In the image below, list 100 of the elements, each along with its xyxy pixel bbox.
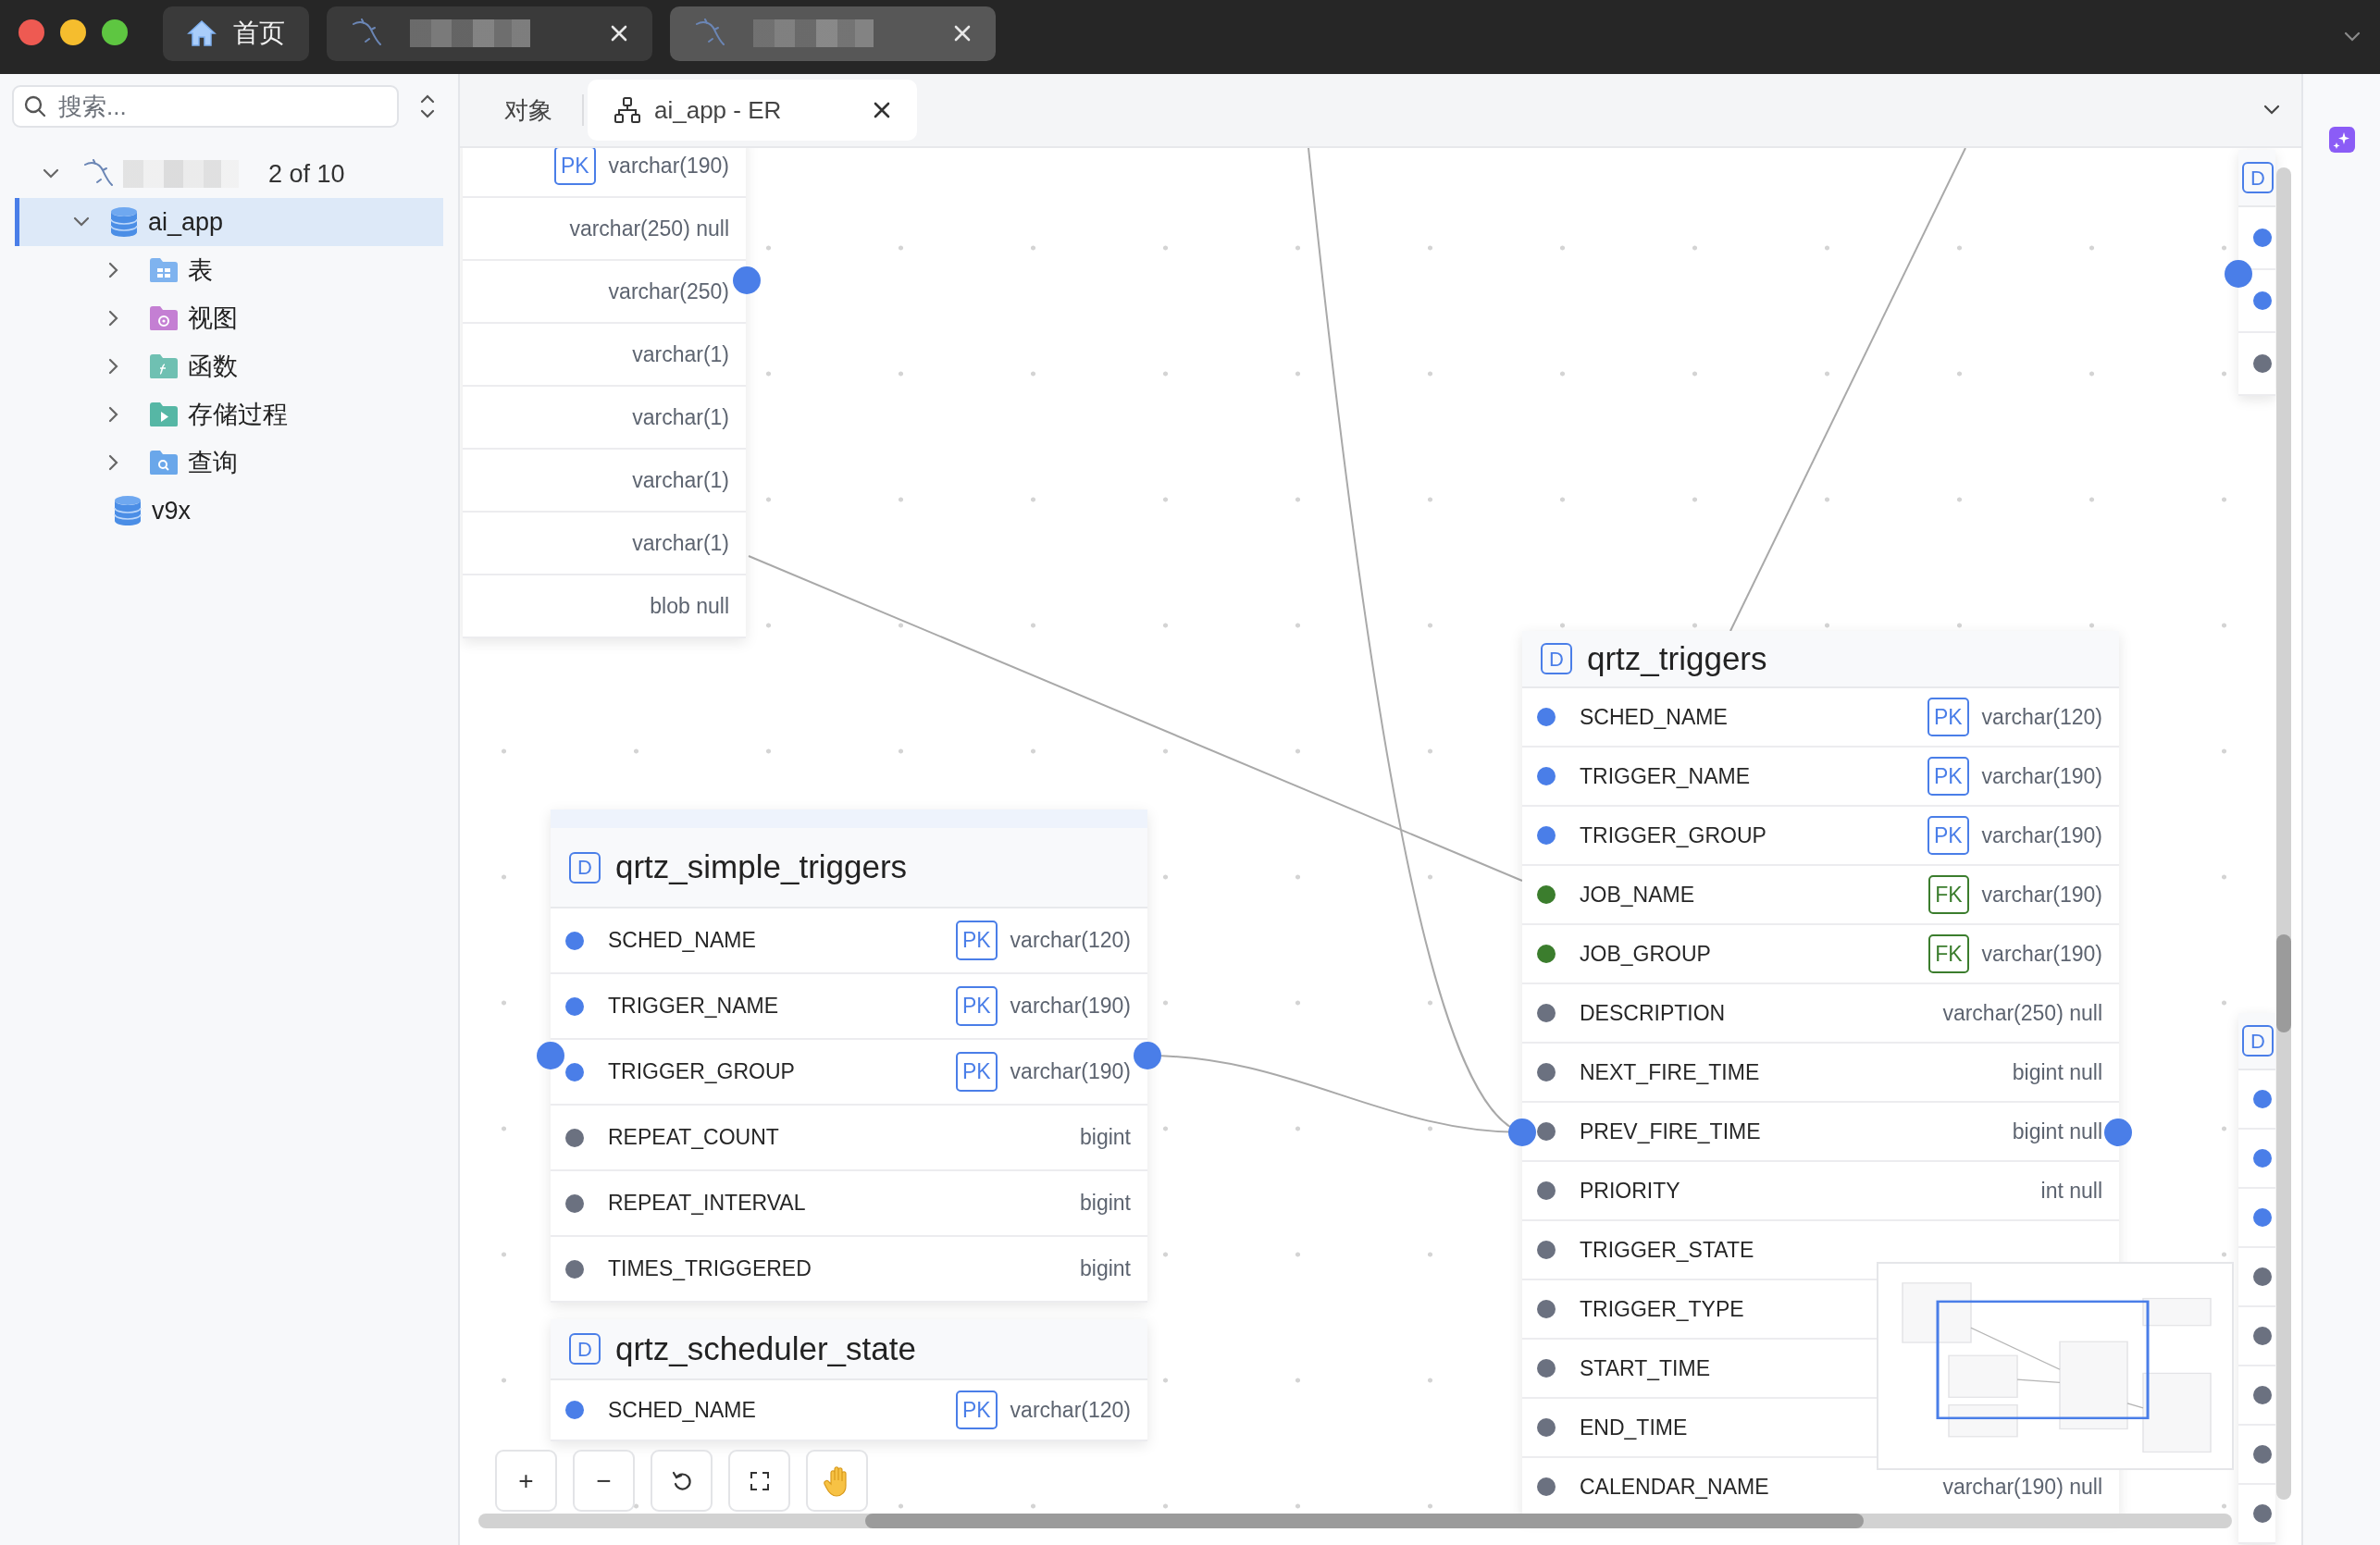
column-name: DESCRIPTION — [1580, 999, 1726, 1027]
folder-icon — [149, 257, 179, 283]
table-type-badge: D — [569, 851, 601, 884]
column-type: blob null — [650, 592, 729, 620]
table-node[interactable]: D — [2238, 150, 2275, 396]
key-badge: PK — [955, 1390, 998, 1430]
fullscreen-icon — [749, 1470, 770, 1491]
column-name: CALENDAR_NAME — [1580, 1473, 1769, 1501]
connection-handle[interactable] — [1508, 1119, 1536, 1146]
dolphin-icon — [351, 19, 382, 48]
tree-item[interactable]: 函数 — [15, 342, 443, 390]
connection-handle[interactable] — [1134, 1042, 1161, 1069]
column-type: bigint — [1080, 1255, 1131, 1283]
window-control[interactable] — [102, 19, 128, 45]
column-name: SCHED_NAME — [608, 1396, 756, 1424]
search-field[interactable]: 搜索... — [12, 85, 399, 128]
key-badge: PK — [955, 921, 998, 960]
connection-handle[interactable] — [2225, 260, 2252, 288]
window-control[interactable] — [19, 19, 44, 45]
column-type: varchar(190) — [1010, 993, 1131, 1020]
folder-icon — [149, 305, 179, 331]
tree-item[interactable]: v9x — [15, 487, 443, 535]
key-badge: PK — [553, 148, 596, 186]
key-badge: PK — [1927, 756, 1969, 797]
column-name: TRIGGER_NAME — [1580, 762, 1751, 790]
column-type: bigint — [1080, 1190, 1131, 1217]
zoom-control[interactable] — [728, 1450, 790, 1512]
column-name: START_TIME — [1580, 1354, 1710, 1382]
close-icon[interactable] — [873, 101, 891, 119]
column-name: END_TIME — [1580, 1414, 1688, 1441]
table-type-badge: D — [1541, 643, 1572, 674]
editor-tab[interactable]: 对象 — [478, 80, 578, 141]
column-name: JOB_NAME — [1580, 881, 1694, 908]
sort-icon[interactable] — [419, 93, 436, 120]
table-type-badge: D — [2242, 162, 2274, 193]
zoom-control[interactable]: + — [495, 1450, 557, 1512]
column-type: bigint null — [2012, 1058, 2102, 1086]
house-icon — [187, 19, 217, 47]
column-name: REPEAT_COUNT — [608, 1124, 779, 1152]
editor-tab[interactable]: ai_app - ER — [588, 80, 917, 141]
chevron-icon[interactable] — [107, 357, 120, 376]
table-node[interactable]: D qrtz_scheduler_state SCHED_NAME PK varchar(120) — [551, 1319, 1147, 1441]
tree-item[interactable]: 2 of 10 — [15, 150, 443, 198]
column-type: varchar(190) — [1010, 1058, 1131, 1086]
connection-handle[interactable] — [2104, 1119, 2132, 1146]
window-tab[interactable] — [670, 6, 996, 61]
key-badge: PK — [1927, 697, 1969, 737]
sparkle-icon[interactable] — [2327, 126, 2356, 154]
table-type-badge: D — [569, 1333, 601, 1365]
database-icon — [113, 495, 143, 526]
chevron-icon[interactable] — [107, 309, 120, 328]
chevron-icon[interactable] — [107, 453, 120, 472]
table-node[interactable]: D — [2238, 1013, 2275, 1544]
column-type: varchar(190) — [1981, 940, 2102, 968]
column-type: varchar(250) null — [569, 215, 729, 242]
connection-handle[interactable] — [537, 1042, 564, 1069]
column-name: PREV_FIRE_TIME — [1580, 1118, 1761, 1145]
tree-item[interactable]: 查询 — [15, 439, 443, 487]
key-badge: PK — [955, 986, 998, 1026]
scrollbar[interactable] — [2276, 167, 2291, 1500]
chevron-icon[interactable] — [2262, 104, 2281, 117]
chevron-icon[interactable] — [107, 405, 120, 424]
tree-item[interactable]: 存储过程 — [15, 390, 443, 439]
chevron-icon[interactable] — [42, 167, 60, 180]
folder-icon — [149, 450, 179, 476]
table-title: qrtz_triggers — [1587, 638, 1767, 678]
table-node[interactable]: D qrtz_simple_triggers SCHED_NAME PK varchar(120) TRIGGER_NAME PK varchar(190) TRIGGER_GROUP PK varchar(190) REPEAT_COUNT bigint REPEAT_INTERVAL bigint TIMES_TRIGGERED bigint — [551, 810, 1147, 1303]
column-type: varchar(1) — [632, 403, 729, 431]
chevron-icon[interactable] — [2343, 31, 2361, 43]
chevron-icon[interactable] — [107, 261, 120, 279]
scrollbar[interactable] — [478, 1514, 2232, 1528]
window-tab[interactable] — [327, 6, 652, 61]
column-type: varchar(1) — [632, 340, 729, 368]
column-type: varchar(120) — [1010, 1396, 1131, 1424]
tree-item[interactable]: 视图 — [15, 294, 443, 342]
zoom-control[interactable]: − — [573, 1450, 635, 1512]
column-name: TRIGGER_GROUP — [1580, 822, 1766, 849]
connection-handle[interactable] — [733, 266, 761, 294]
chevron-icon[interactable] — [72, 216, 91, 229]
column-name: NEXT_FIRE_TIME — [1580, 1058, 1760, 1086]
window-control[interactable] — [60, 19, 86, 45]
dolphin-icon — [82, 159, 114, 189]
tree-item[interactable]: ai_app — [15, 198, 443, 246]
key-badge: FK — [1928, 933, 1969, 974]
column-name: TIMES_TRIGGERED — [608, 1255, 812, 1283]
dolphin-icon — [694, 19, 725, 48]
column-type: varchar(250) null — [1942, 999, 2102, 1027]
column-name: REPEAT_INTERVAL — [608, 1190, 806, 1217]
table-title: qrtz_scheduler_state — [615, 1329, 916, 1368]
window-tab[interactable]: 首页 — [163, 6, 309, 61]
column-type: varchar(190) — [1981, 762, 2102, 790]
table-node[interactable]: PK varchar(190) varchar(250) null varchar(250) varchar(1) varchar(1) varchar(1) varchar(1) blob null — [463, 148, 746, 638]
tree-item[interactable]: 表 — [15, 246, 443, 294]
column-type: varchar(190) — [1981, 822, 2102, 849]
key-badge: PK — [955, 1052, 998, 1092]
column-name: TRIGGER_NAME — [608, 993, 779, 1020]
column-name: TRIGGER_GROUP — [608, 1058, 795, 1086]
column-name: JOB_GROUP — [1580, 940, 1711, 968]
zoom-control[interactable] — [651, 1450, 713, 1512]
column-name: SCHED_NAME — [608, 927, 756, 955]
